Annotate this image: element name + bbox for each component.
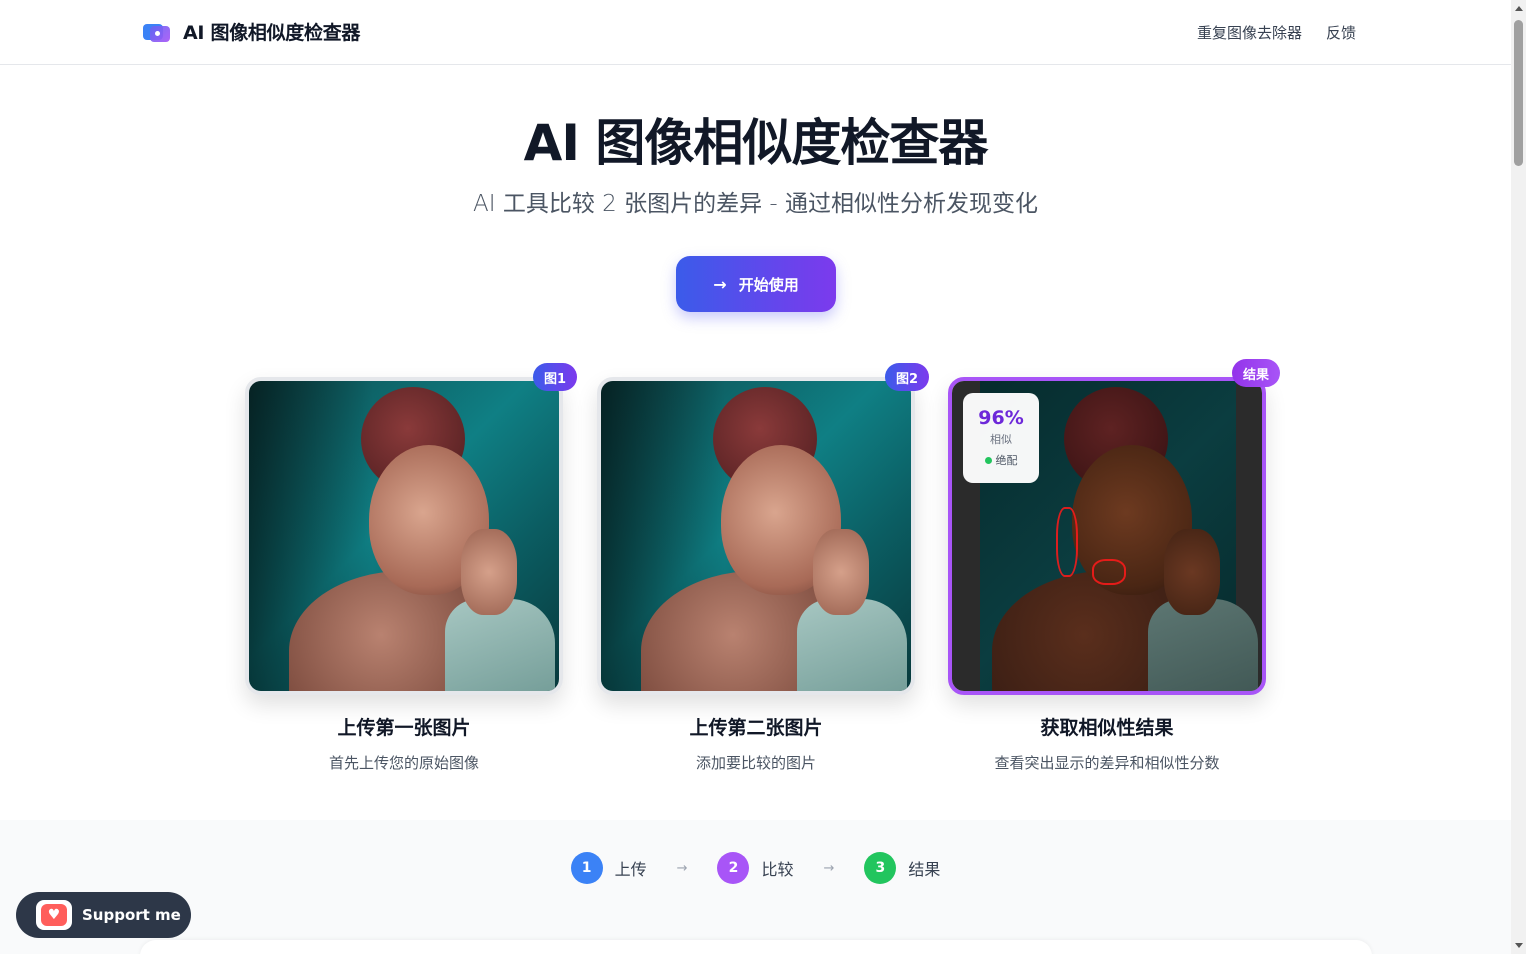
top-nav: 重复图像去除器 反馈: [1197, 22, 1356, 43]
hero-subtitle: AI 工具比较 2 张图片的差异 - 通过相似性分析发现变化: [472, 191, 1038, 217]
similarity-score-value: 96%: [978, 407, 1024, 429]
status-dot-icon: [984, 456, 992, 464]
logo[interactable]: AI 图像相似度检查器: [143, 18, 360, 45]
step-1-number: 1: [570, 852, 603, 884]
nav-feedback-link[interactable]: 反馈: [1326, 22, 1356, 43]
image-1-badge: 图1: [532, 363, 577, 391]
site-title: AI 图像相似度检查器: [183, 22, 361, 44]
card-3-desc: 查看突出显示的差异和相似性分数: [994, 754, 1220, 772]
get-started-button[interactable]: → 开始使用: [676, 256, 836, 312]
scroll-down-icon[interactable]: [1515, 943, 1523, 948]
card-image-2: 图2 上传第二张图片 添加要比较的图片: [597, 363, 929, 773]
result-badge: 结果: [1231, 359, 1280, 387]
arrow-right-icon: →: [676, 860, 688, 876]
upload-panel: [140, 940, 1372, 954]
similarity-score-label: 相似: [990, 433, 1012, 446]
step-upload: 1 上传: [570, 852, 647, 884]
nav-duplicate-remover-link[interactable]: 重复图像去除器: [1197, 22, 1302, 43]
top-header: AI 图像相似度检查器 重复图像去除器 反馈: [0, 0, 1511, 65]
step-2-number: 2: [717, 852, 750, 884]
scroll-up-icon[interactable]: [1515, 6, 1523, 11]
match-tag: 绝配: [963, 452, 1039, 468]
step-2-label: 比较: [761, 860, 794, 879]
support-me-button[interactable]: ♥ Support me: [16, 892, 191, 938]
diff-highlight: [1056, 507, 1078, 577]
get-started-label: 开始使用: [738, 275, 799, 294]
support-me-label: Support me: [82, 906, 181, 924]
card-result: 96% 相似 绝配 结果 获取相似性结果 查看突出显示的差异和相似性分数: [948, 359, 1280, 773]
step-result: 3 结果: [864, 852, 940, 884]
coffee-cup-icon: ♥: [36, 900, 72, 930]
diff-highlight: [1092, 559, 1126, 585]
card-1-desc: 首先上传您的原始图像: [328, 754, 479, 772]
card-2-title: 上传第二张图片: [689, 717, 823, 739]
step-3-number: 3: [864, 852, 897, 884]
step-compare: 2 比较: [717, 852, 794, 884]
result-preview[interactable]: 96% 相似 绝配: [948, 377, 1266, 695]
page-scrollbar[interactable]: [1511, 0, 1526, 954]
card-image-1: 图1 上传第一张图片 首先上传您的原始图像: [245, 363, 577, 773]
arrow-right-icon: →: [713, 274, 727, 294]
scroll-thumb[interactable]: [1514, 20, 1523, 166]
image-2-preview[interactable]: [597, 377, 915, 695]
step-1-label: 上传: [614, 860, 647, 879]
match-tag-label: 绝配: [995, 454, 1018, 467]
logo-icon: [143, 20, 171, 44]
portrait-photo-2: [601, 381, 911, 691]
image-2-badge: 图2: [884, 363, 929, 391]
hero-title: AI 图像相似度检查器: [523, 114, 989, 172]
similarity-score-box: 96% 相似 绝配: [963, 393, 1039, 483]
card-3-title: 获取相似性结果: [1040, 717, 1174, 739]
step-3-label: 结果: [908, 860, 941, 879]
card-2-desc: 添加要比较的图片: [695, 754, 816, 772]
image-1-preview[interactable]: [245, 377, 563, 695]
portrait-photo-1: [249, 381, 559, 691]
arrow-right-icon: →: [823, 860, 835, 876]
steps-section: [0, 820, 1511, 954]
card-1-title: 上传第一张图片: [337, 717, 471, 739]
steps-bar: 1 上传 → 2 比较 → 3 结果: [0, 852, 1511, 884]
